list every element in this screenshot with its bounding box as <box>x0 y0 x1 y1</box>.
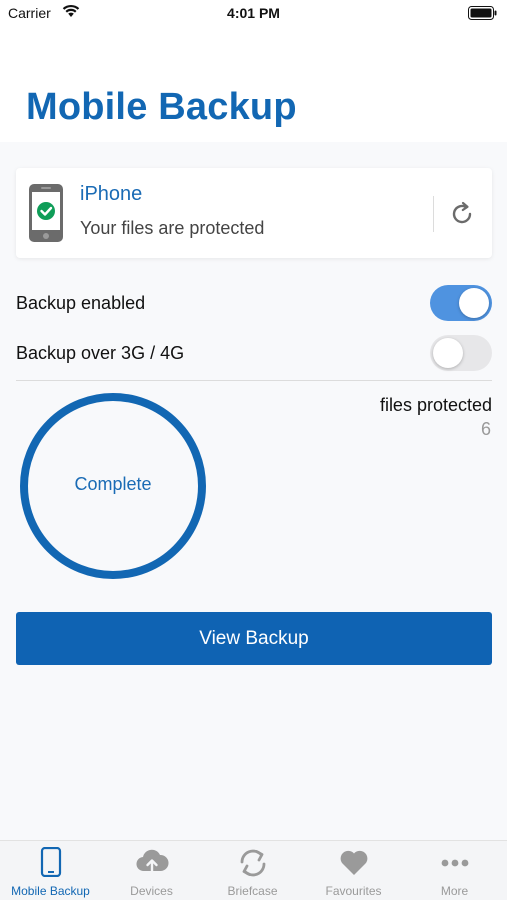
backup-cellular-label: Backup over 3G / 4G <box>16 343 185 363</box>
more-icon <box>404 847 505 882</box>
device-status: Your files are protected <box>80 218 265 238</box>
setting-row-backup-enabled: Backup enabled <box>16 283 492 323</box>
tab-label: More <box>440 884 469 898</box>
battery-icon <box>468 6 498 25</box>
backup-enabled-label: Backup enabled <box>16 293 146 313</box>
tab-devices[interactable]: Devices <box>101 841 202 900</box>
tab-more[interactable]: More <box>404 841 505 900</box>
files-protected-count: 6 <box>480 419 491 439</box>
refresh-icon[interactable] <box>449 201 475 232</box>
view-backup-button[interactable]: View Backup <box>16 612 492 665</box>
divider <box>433 196 434 232</box>
tab-bar: Mobile Backup Devices Briefcase Favourit… <box>0 840 507 900</box>
backup-cellular-toggle[interactable] <box>430 335 492 371</box>
tab-label: Favourites <box>325 884 382 898</box>
tab-label: Devices <box>130 884 173 898</box>
phone-icon <box>0 846 101 882</box>
backup-enabled-toggle[interactable] <box>430 285 492 321</box>
tab-favourites[interactable]: Favourites <box>303 841 404 900</box>
tab-mobile-backup[interactable]: Mobile Backup <box>0 841 101 900</box>
progress-label: Complete <box>74 474 152 494</box>
cloud-upload-icon <box>101 847 202 882</box>
device-card[interactable]: iPhone Your files are protected <box>16 168 492 258</box>
tab-label: Briefcase <box>227 884 278 898</box>
toggle-knob <box>459 288 489 318</box>
toggle-knob <box>433 338 463 368</box>
setting-row-backup-cellular: Backup over 3G / 4G <box>16 333 492 373</box>
files-protected-label: files protected <box>379 395 492 415</box>
divider <box>16 380 492 381</box>
status-time: 4:01 PM <box>227 5 280 21</box>
sync-icon <box>202 847 303 884</box>
device-name: iPhone <box>80 183 143 205</box>
tab-label: Mobile Backup <box>11 884 90 898</box>
heart-icon <box>303 847 404 882</box>
status-bar: Carrier 4:01 PM <box>0 0 507 28</box>
page-title: Mobile Backup <box>26 86 297 128</box>
tab-briefcase[interactable]: Briefcase <box>202 841 303 900</box>
header: Mobile Backup <box>0 28 507 142</box>
phone-check-icon <box>28 183 64 248</box>
